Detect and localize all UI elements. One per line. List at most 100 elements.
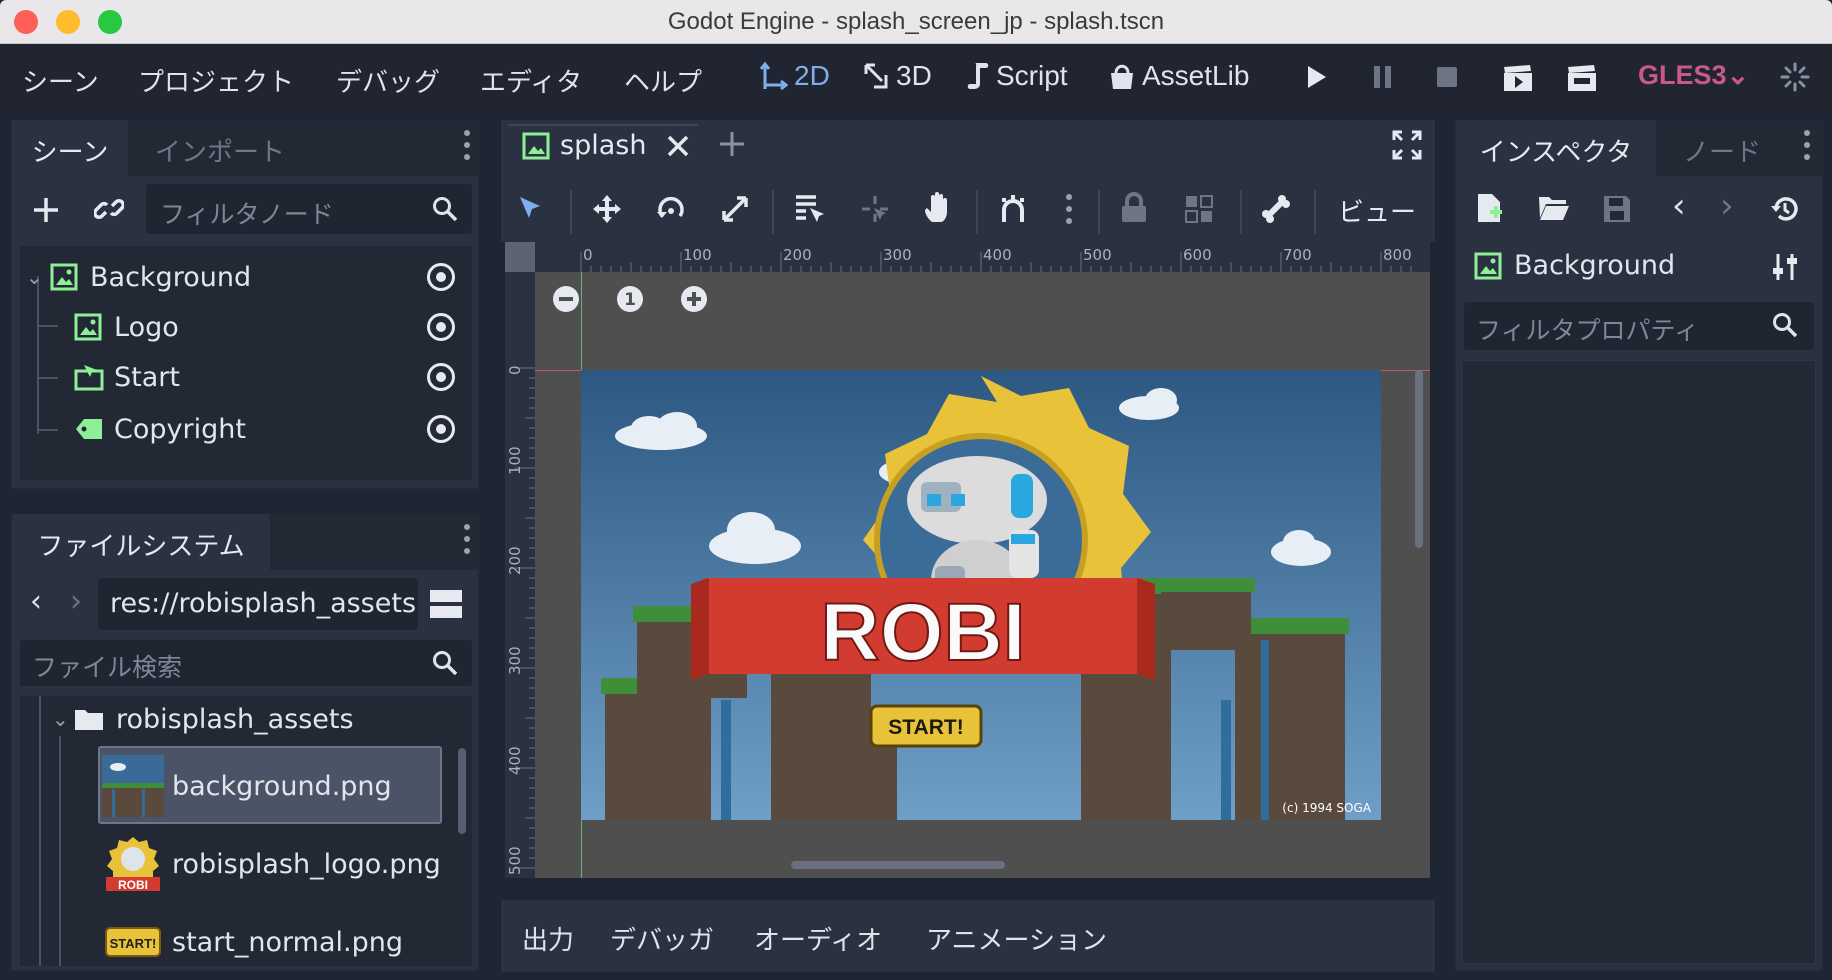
history-forward-icon[interactable]: › xyxy=(70,584,82,619)
close-icon[interactable] xyxy=(666,134,690,158)
list-select-icon[interactable] xyxy=(794,194,826,224)
play-custom-scene-icon[interactable] xyxy=(1566,64,1598,92)
filter-properties-placeholder: フィルタプロパティ xyxy=(1476,316,1700,345)
zoom-in-icon[interactable] xyxy=(679,284,709,314)
file-tree-scrollbar[interactable] xyxy=(458,748,466,834)
file-label: start_normal.png xyxy=(172,926,403,958)
group-icon[interactable] xyxy=(1184,194,1214,224)
svg-text:ROBI: ROBI xyxy=(118,878,148,892)
folder-robisplash-assets[interactable]: ⌄ robisplash_assets xyxy=(52,694,462,744)
zoom-out-icon[interactable] xyxy=(551,284,581,314)
ruler-label: 700 xyxy=(1283,246,1312,264)
filter-properties-input[interactable]: フィルタプロパティ xyxy=(1464,302,1814,350)
viewport-v-scrollbar[interactable] xyxy=(1415,370,1423,548)
renderer-select[interactable]: GLES3⌄ xyxy=(1638,60,1749,91)
bottom-tab-output[interactable]: 出力 xyxy=(522,920,574,957)
view-menu-button[interactable]: ビュー xyxy=(1338,192,1416,229)
file-search-input[interactable]: ファイル検索 xyxy=(20,640,472,686)
splash-canvas: ROBI START! (c) 1994 SOGA xyxy=(581,370,1381,820)
tab-node[interactable]: ノード xyxy=(1660,120,1784,176)
load-resource-icon[interactable] xyxy=(1538,194,1570,222)
menu-scene[interactable]: シーン xyxy=(22,62,99,99)
assetlib-icon xyxy=(1111,64,1133,89)
viewport-h-scrollbar[interactable] xyxy=(791,861,1005,869)
visibility-eye-icon[interactable] xyxy=(426,414,456,444)
menu-help[interactable]: ヘルプ xyxy=(624,62,702,99)
file-item-robisplash-logo[interactable]: ROBI robisplash_logo.png xyxy=(98,834,442,894)
scene-node-label: Logo xyxy=(114,311,179,343)
scene-tab-icon xyxy=(522,132,550,160)
distraction-free-icon[interactable] xyxy=(1392,130,1422,160)
tab-filesystem[interactable]: ファイルシステム xyxy=(12,514,270,570)
snap-options-icon[interactable] xyxy=(1066,194,1072,230)
menu-project[interactable]: プロジェクト xyxy=(138,62,294,99)
inspector-dock-menu-icon[interactable] xyxy=(1804,130,1810,166)
tab-import[interactable]: インポート xyxy=(132,120,308,176)
file-item-background[interactable]: background.png xyxy=(98,755,442,817)
property-list xyxy=(1462,360,1816,964)
search-icon xyxy=(433,651,458,676)
previous-object-icon[interactable]: ‹ xyxy=(1672,186,1686,226)
mode-script-button[interactable]: Script xyxy=(966,60,1068,92)
edit-pivot-icon[interactable] xyxy=(860,194,890,224)
canvas-viewport[interactable]: 0 100 200 300 400 500 600 700 800 0 100 … xyxy=(505,242,1430,878)
scene-node-copyright[interactable]: Copyright xyxy=(74,404,464,454)
scale-mode-icon[interactable] xyxy=(720,194,750,224)
tab-inspector[interactable]: インスペクタ xyxy=(1456,120,1656,176)
instance-scene-icon[interactable] xyxy=(94,194,124,224)
zoom-reset-label: 1 xyxy=(624,290,636,310)
bottom-tab-debugger[interactable]: デバッガ xyxy=(610,920,714,957)
next-object-icon[interactable]: › xyxy=(1720,186,1734,226)
menu-debug[interactable]: デバッグ xyxy=(336,62,440,99)
play-icon[interactable] xyxy=(1306,64,1328,90)
start-text: START! xyxy=(888,716,963,739)
folder-icon xyxy=(75,710,103,730)
file-label: robisplash_logo.png xyxy=(172,848,441,880)
zoom-reset-button[interactable]: 1 xyxy=(615,284,645,314)
2d-icon xyxy=(760,61,788,91)
mode-3d-button[interactable]: 3D xyxy=(862,60,932,92)
snap-toggle-icon[interactable] xyxy=(998,194,1028,224)
path-field[interactable]: res://robisplash_assets xyxy=(98,578,418,630)
new-resource-icon[interactable] xyxy=(1476,192,1504,224)
rotate-mode-icon[interactable] xyxy=(656,194,686,224)
stop-icon[interactable] xyxy=(1436,64,1458,90)
split-view-toggle-icon[interactable] xyxy=(430,588,462,620)
ruler-label: 500 xyxy=(1083,246,1112,264)
scene-node-background[interactable]: ⌄ Background xyxy=(26,252,466,302)
play-scene-icon[interactable] xyxy=(1502,64,1534,92)
skeleton-bone-icon[interactable] xyxy=(1260,194,1292,224)
bottom-tab-animation[interactable]: アニメーション xyxy=(926,920,1107,957)
new-scene-tab-icon[interactable] xyxy=(718,130,746,158)
filter-nodes-input[interactable]: フィルタノード xyxy=(146,184,472,234)
add-node-icon[interactable] xyxy=(32,196,60,224)
scene-dock-menu-icon[interactable] xyxy=(464,130,470,166)
object-tools-icon[interactable] xyxy=(1770,252,1800,282)
visibility-eye-icon[interactable] xyxy=(426,362,456,392)
lock-icon[interactable] xyxy=(1120,192,1148,224)
mode-assetlib-label: AssetLib xyxy=(1142,60,1250,91)
tab-scene[interactable]: シーン xyxy=(12,120,128,176)
path-value: res://robisplash_assets xyxy=(110,588,417,619)
history-back-icon[interactable]: ‹ xyxy=(30,584,42,619)
pause-icon[interactable] xyxy=(1372,64,1394,90)
mode-2d-button[interactable]: 2D xyxy=(760,60,830,92)
file-item-start-normal[interactable]: START! start_normal.png xyxy=(98,912,442,972)
save-resource-icon[interactable] xyxy=(1602,194,1632,224)
texture-button-icon xyxy=(74,365,104,391)
inspected-object[interactable]: Background xyxy=(1474,250,1675,281)
mode-assetlib-button[interactable]: AssetLib xyxy=(1108,60,1249,92)
search-icon xyxy=(433,197,458,222)
visibility-eye-icon[interactable] xyxy=(426,312,456,342)
select-mode-icon[interactable] xyxy=(516,194,544,222)
scene-node-start[interactable]: Start xyxy=(74,352,464,402)
scene-node-logo[interactable]: Logo xyxy=(74,302,464,352)
pan-mode-icon[interactable] xyxy=(924,192,954,224)
ruler-label: 400 xyxy=(983,246,1012,264)
bottom-tab-audio[interactable]: オーディオ xyxy=(754,920,882,957)
filesystem-dock-menu-icon[interactable] xyxy=(464,524,470,560)
move-mode-icon[interactable] xyxy=(592,194,622,224)
history-icon[interactable] xyxy=(1770,194,1800,224)
visibility-eye-icon[interactable] xyxy=(426,262,456,292)
menu-editor[interactable]: エディタ xyxy=(480,62,582,99)
